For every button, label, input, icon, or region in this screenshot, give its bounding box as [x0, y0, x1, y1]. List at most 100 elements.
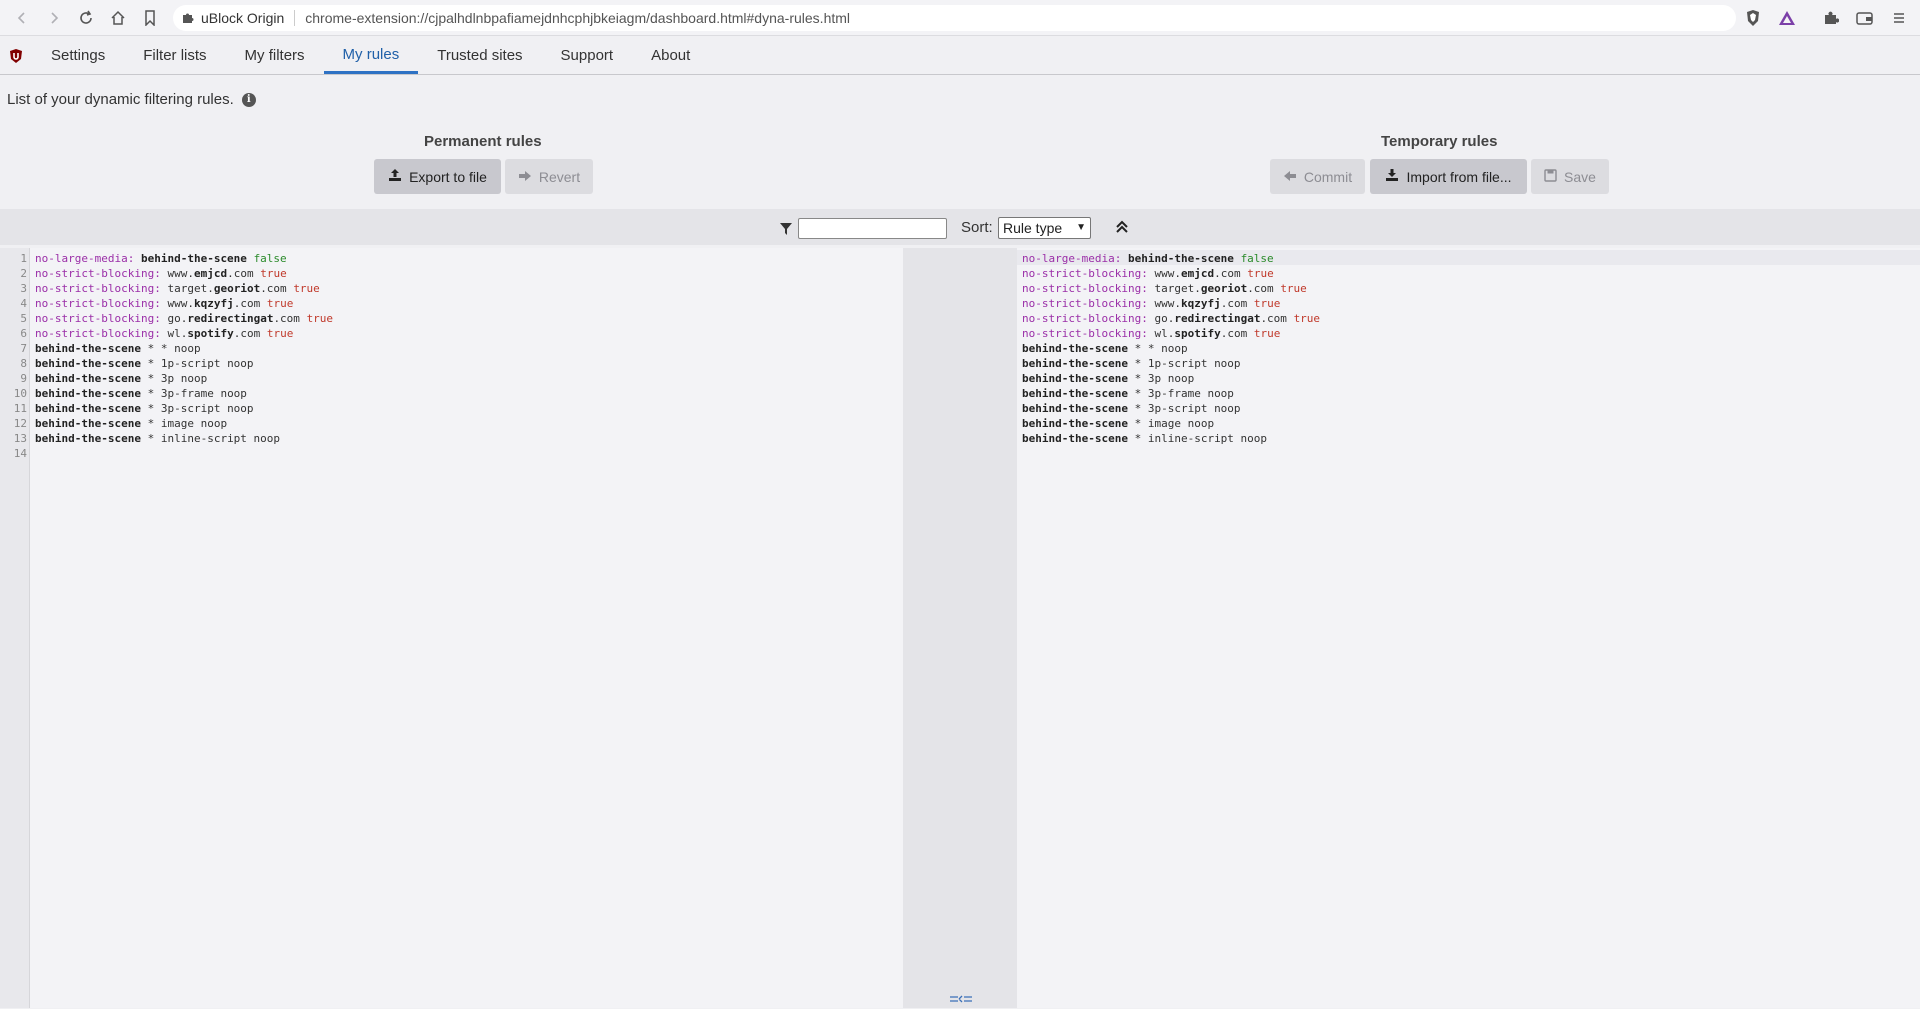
rule-switch: no-large-media: [35, 252, 135, 265]
back-icon[interactable] [6, 2, 38, 34]
rule-value: true [260, 267, 287, 280]
revert-button[interactable]: Revert [505, 159, 593, 194]
rule-line: no-large-media: behind-the-scene false [35, 251, 287, 266]
rule-line: behind-the-scene * image noop [35, 416, 227, 431]
line-number: 6 [20, 327, 27, 340]
permanent-rules-editor[interactable]: 1 no-large-media: behind-the-scene false 2… [0, 248, 903, 1008]
rule-line: behind-the-scene * 1p-script noop [35, 356, 254, 371]
rule-line: behind-the-scene * 3p-frame noop [1022, 386, 1234, 401]
rule-host-tld: .com [260, 282, 287, 295]
brave-shield-icon[interactable] [1738, 3, 1768, 33]
address-bar[interactable]: uBlock Origin chrome-extension://cjpalhd… [173, 5, 1736, 31]
chevron-down-icon: ▼ [1076, 222, 1086, 233]
rule-source: behind-the-scene [35, 372, 141, 385]
rule-host-domain: spotify [1174, 327, 1221, 340]
rule-line: behind-the-scene * * noop [1022, 341, 1188, 356]
rule-host-domain: emjcd [193, 267, 228, 280]
rule-value: true [1253, 297, 1281, 310]
line-number: 14 [13, 447, 27, 460]
rule-switch: no-strict-blocking: [1022, 267, 1148, 280]
rule-source: behind-the-scene [1022, 342, 1128, 355]
collapse-chevrons-icon[interactable] [1114, 219, 1130, 240]
bookmark-icon[interactable] [134, 2, 166, 34]
rule-line: behind-the-scene * * noop [35, 341, 201, 356]
filter-input[interactable] [798, 218, 947, 239]
line-number: 10 [13, 387, 27, 400]
import-label: Import from file... [1406, 168, 1512, 185]
commit-label: Commit [1303, 168, 1353, 185]
save-button[interactable]: Save [1531, 159, 1609, 194]
commit-button[interactable]: Commit [1270, 159, 1365, 194]
rule-source: behind-the-scene [35, 357, 141, 370]
rule-host-domain: kqzyfj [1180, 297, 1221, 310]
line-number: 8 [20, 357, 27, 370]
sort-select[interactable]: Rule type ▼ [998, 217, 1091, 239]
rule-value: true [1280, 282, 1307, 295]
tab-support[interactable]: Support [542, 37, 633, 74]
rule-source: behind-the-scene [35, 417, 141, 430]
intro-text-row: List of your dynamic filtering rules. i [7, 91, 256, 108]
rule-switch: no-strict-blocking: [35, 282, 161, 295]
permanent-rules-title: Permanent rules [424, 133, 542, 150]
rule-source: behind-the-scene [35, 432, 141, 445]
rule-source: behind-the-scene [1022, 402, 1128, 415]
rule-action: * image noop [147, 417, 228, 430]
tab-about[interactable]: About [632, 37, 709, 74]
forward-icon[interactable] [38, 2, 70, 34]
rule-host-domain: georiot [1200, 282, 1248, 295]
rule-host-prefix: www. [1154, 267, 1181, 280]
rule-source: behind-the-scene [1022, 417, 1128, 430]
rule-action: * 3p-frame noop [147, 387, 247, 400]
tab-my-rules[interactable]: My rules [323, 37, 419, 74]
rule-line: no-large-media: behind-the-scene false [1022, 251, 1274, 266]
rule-switch: no-large-media: [1022, 252, 1122, 265]
export-to-file-button[interactable]: Export to file [374, 159, 501, 194]
rule-switch: no-strict-blocking: [35, 327, 161, 340]
puzzle-icon [181, 10, 195, 27]
info-icon[interactable]: i [241, 92, 256, 107]
rule-line: behind-the-scene * 3p noop [1022, 371, 1194, 386]
extensions-icon[interactable] [1816, 3, 1846, 33]
rule-value: true [1247, 267, 1274, 280]
rule-host-domain: kqzyfj [193, 297, 234, 310]
import-from-file-button[interactable]: Import from file... [1370, 159, 1527, 194]
rule-value: true [1293, 312, 1321, 325]
rule-line: no-strict-blocking: www.emjcd.com true [35, 266, 287, 281]
export-label: Export to file [409, 168, 487, 185]
home-icon[interactable] [102, 2, 134, 34]
merge-icon[interactable] [949, 993, 973, 1009]
rule-host-tld: .com [233, 327, 261, 340]
rule-switch: no-strict-blocking: [35, 267, 161, 280]
tab-settings[interactable]: Settings [32, 37, 124, 74]
rule-line: no-strict-blocking: go.redirectingat.com… [35, 311, 333, 326]
rule-host-prefix: wl. [167, 327, 188, 340]
rule-switch: no-strict-blocking: [1022, 327, 1148, 340]
rule-host-domain: redirectingat [187, 312, 274, 325]
rule-host-prefix: wl. [1154, 327, 1175, 340]
temporary-rules-editor[interactable]: no-large-media: behind-the-scene false no… [1017, 248, 1920, 1008]
browser-toolbar: uBlock Origin chrome-extension://cjpalhd… [0, 0, 1920, 36]
wallet-icon[interactable] [1850, 3, 1880, 33]
tab-trusted-sites[interactable]: Trusted sites [418, 37, 541, 74]
rule-action: * 3p-script noop [147, 402, 254, 415]
rules-toolbar [0, 209, 1920, 245]
tab-my-filters[interactable]: My filters [226, 37, 324, 74]
rule-switch: no-strict-blocking: [1022, 282, 1148, 295]
tab-filter-lists[interactable]: Filter lists [124, 37, 225, 74]
rule-value: true [293, 282, 320, 295]
sort-label: Sort: [961, 219, 993, 236]
rule-action: * * noop [1134, 342, 1188, 355]
line-number: 9 [20, 372, 27, 385]
reload-icon[interactable] [70, 2, 102, 34]
rule-host: behind-the-scene [1127, 252, 1234, 265]
rule-host-tld: .com [227, 267, 254, 280]
rule-line: no-strict-blocking: go.redirectingat.com… [1022, 311, 1320, 326]
line-number: 1 [20, 252, 27, 265]
line-number: 7 [20, 342, 27, 355]
rule-action: * image noop [1134, 417, 1215, 430]
rule-action: * 1p-script noop [147, 357, 254, 370]
line-number: 4 [20, 297, 27, 310]
browser-right-icons [1738, 0, 1920, 36]
menu-icon[interactable] [1884, 3, 1914, 33]
brave-rewards-icon[interactable] [1772, 3, 1802, 33]
